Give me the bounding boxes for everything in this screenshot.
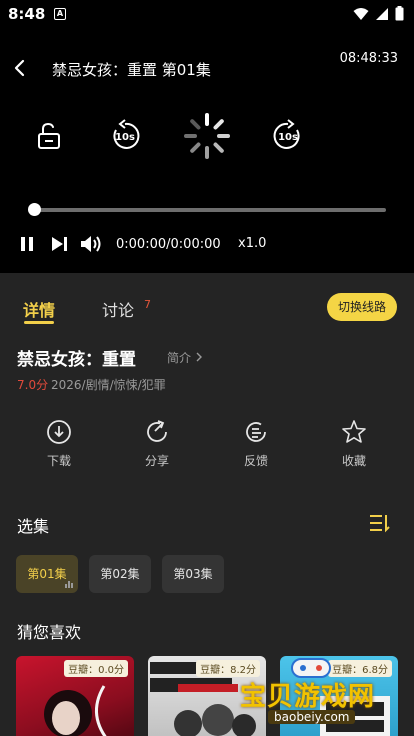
episode-item[interactable]: 第02集 xyxy=(89,555,151,593)
battery-icon xyxy=(395,6,404,21)
next-icon[interactable] xyxy=(50,235,68,253)
share-label: 分享 xyxy=(144,454,169,468)
chevron-right-icon xyxy=(196,352,202,362)
status-icons xyxy=(353,6,404,21)
tab-discuss[interactable]: 讨论 xyxy=(102,297,134,321)
feedback-icon xyxy=(246,422,266,442)
douban-score-tag: 豆瓣：0.0分 xyxy=(64,660,128,677)
intro-label: 简介 xyxy=(167,351,192,365)
signal-icon xyxy=(376,7,388,20)
svg-text:10s: 10s xyxy=(115,132,135,143)
video-player[interactable]: 禁忌女孩：重置 第01集 08:48:33 10s 10s 0:00:00 / … xyxy=(0,30,414,273)
download-label: 下载 xyxy=(46,454,71,468)
share-icon xyxy=(147,420,167,442)
svg-text:10s: 10s xyxy=(278,132,298,143)
pause-icon[interactable] xyxy=(18,235,36,253)
current-time: 0:00:00 xyxy=(116,236,167,252)
show-title: 禁忌女孩：重置 xyxy=(17,350,136,370)
feedback-button[interactable]: 反馈 xyxy=(226,419,286,469)
episode-item[interactable]: 第03集 xyxy=(162,555,224,593)
favorite-button[interactable]: 收藏 xyxy=(324,419,384,469)
video-title: 禁忌女孩：重置 第01集 xyxy=(52,61,211,79)
star-icon xyxy=(342,420,366,443)
playing-bars-icon xyxy=(65,581,73,588)
app-notification-icon: A xyxy=(54,8,66,20)
status-bar: 8:48 A xyxy=(0,0,414,30)
douban-score-tag: 豆瓣：8.2分 xyxy=(196,660,260,677)
watermark-url: baobeiy.com xyxy=(268,710,356,724)
recommend-title: 猜您喜欢 xyxy=(17,623,82,642)
episode-label: 第01集 xyxy=(27,567,67,581)
loading-spinner-icon xyxy=(184,113,230,159)
download-icon xyxy=(47,420,71,444)
wifi-icon xyxy=(353,7,369,20)
favorite-label: 收藏 xyxy=(341,454,366,468)
watermark-text: 宝贝游戏网 xyxy=(240,682,376,712)
share-button[interactable]: 分享 xyxy=(127,419,187,469)
episode-label: 第02集 xyxy=(100,567,140,581)
playback-controls: 0:00:00 / 0:00:00 xyxy=(18,234,221,254)
volume-icon[interactable] xyxy=(80,235,104,253)
rating: 7.0分 xyxy=(17,378,49,392)
player-clock: 08:48:33 xyxy=(339,51,398,66)
episode-list-sort-icon[interactable] xyxy=(368,513,390,533)
status-time: 8:48 xyxy=(8,5,46,23)
tab-active-indicator xyxy=(24,321,54,324)
seek-bar[interactable] xyxy=(28,203,386,216)
back-arrow-icon[interactable] xyxy=(8,56,32,80)
duration: 0:00:00 xyxy=(170,236,221,252)
episode-item[interactable]: 第01集 xyxy=(16,555,78,593)
playback-speed[interactable]: x1.0 xyxy=(238,236,266,251)
unlock-icon[interactable] xyxy=(31,118,67,154)
detail-panel: 详情 讨论 7 切换线路 禁忌女孩：重置 简介 7.0分 2026/剧情/惊悚/… xyxy=(0,273,414,736)
intro-link[interactable]: 简介 xyxy=(167,349,203,366)
douban-score-tag: 豆瓣：6.8分 xyxy=(328,660,392,677)
show-meta: 2026/剧情/惊悚/犯罪 xyxy=(51,378,166,392)
download-button[interactable]: 下载 xyxy=(29,419,89,469)
switch-line-button[interactable]: 切换线路 xyxy=(327,293,397,321)
rewind-10-icon[interactable]: 10s xyxy=(107,118,143,154)
feedback-label: 反馈 xyxy=(243,454,268,468)
tab-details[interactable]: 详情 xyxy=(23,297,55,321)
episodes-title: 选集 xyxy=(17,517,50,536)
recommend-card[interactable]: 豆瓣：0.0分 xyxy=(16,656,134,736)
seek-handle[interactable] xyxy=(28,203,41,216)
discuss-count-badge: 7 xyxy=(144,298,151,311)
episode-label: 第03集 xyxy=(173,567,213,581)
forward-10-icon[interactable]: 10s xyxy=(270,118,306,154)
